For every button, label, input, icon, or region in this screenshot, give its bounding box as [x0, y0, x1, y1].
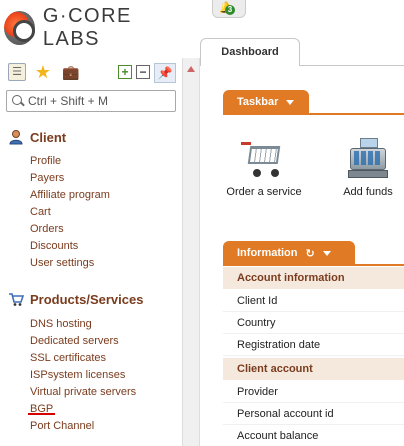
taskbar-title: Taskbar — [237, 96, 279, 108]
taskbar-item-order-service[interactable]: Order a service — [224, 138, 304, 198]
tab-bar: Dashboard — [200, 38, 404, 67]
sidebar-item-discounts[interactable]: Discounts — [30, 238, 110, 255]
order-service-label: Order a service — [226, 186, 302, 198]
group-client-account: Client account — [223, 358, 404, 380]
sidebar-item-virtual-private-servers[interactable]: Virtual private servers — [30, 384, 136, 401]
cart-icon — [8, 291, 24, 307]
information-divider — [223, 264, 404, 266]
menu-search-input[interactable] — [28, 94, 168, 108]
collapse-sidebar-arrow-icon[interactable] — [187, 66, 195, 72]
user-icon — [8, 129, 24, 145]
sidebar: G·CORE LABS ☰ ★ 💼 + − 📌 Client Profile P… — [0, 0, 182, 446]
tree-view-icon[interactable]: ☰ — [8, 63, 26, 81]
brand-name: G·CORE LABS — [42, 5, 132, 50]
shopping-cart-icon — [241, 138, 287, 178]
sidebar-item-payers[interactable]: Payers — [30, 170, 110, 187]
sidebar-item-bgp[interactable]: BGP — [30, 401, 136, 418]
information-header[interactable]: Information ↻ — [223, 241, 355, 265]
expand-all-icon[interactable]: + — [118, 65, 132, 79]
sidebar-item-orders[interactable]: Orders — [30, 221, 110, 238]
info-row-country: Country — [223, 312, 404, 334]
tab-dashboard[interactable]: Dashboard — [200, 38, 300, 67]
menu-search-field[interactable] — [6, 90, 176, 112]
info-row-account-balance: Account balance — [223, 425, 404, 446]
taskbar-item-add-funds[interactable]: Add funds — [334, 138, 402, 198]
section-products-services[interactable]: Products/Services — [8, 291, 143, 307]
sidebar-item-ssl-certificates[interactable]: SSL certificates — [30, 350, 136, 367]
dashboard-content: Taskbar Order a service Add funds Inform… — [200, 66, 404, 446]
sidebar-item-cart[interactable]: Cart — [30, 204, 110, 221]
brand-logo[interactable]: G·CORE LABS — [4, 5, 182, 50]
products-menu: DNS hosting Dedicated servers SSL certif… — [30, 316, 136, 435]
sidebar-item-user-settings[interactable]: User settings — [30, 255, 110, 272]
section-client[interactable]: Client — [8, 129, 66, 145]
sidebar-item-affiliate-program[interactable]: Affiliate program — [30, 187, 110, 204]
chevron-down-icon[interactable] — [286, 99, 295, 105]
sidebar-item-dedicated-servers[interactable]: Dedicated servers — [30, 333, 136, 350]
bgp-highlight-underline — [28, 413, 55, 415]
client-menu: Profile Payers Affiliate program Cart Or… — [30, 153, 110, 272]
sidebar-splitter[interactable] — [182, 58, 200, 446]
info-row-provider: Provider — [223, 381, 404, 403]
info-row-client-id: Client Id — [223, 290, 404, 312]
notification-count-badge: 3 — [225, 5, 235, 15]
taskbar-divider — [223, 113, 404, 115]
information-title: Information — [237, 247, 298, 259]
add-funds-label: Add funds — [343, 186, 393, 198]
info-row-registration-date: Registration date — [223, 334, 404, 356]
sidebar-item-dns-hosting[interactable]: DNS hosting — [30, 316, 136, 333]
search-icon — [11, 94, 25, 108]
info-row-personal-account-id: Personal account id — [223, 403, 404, 425]
taskbar-header[interactable]: Taskbar — [223, 90, 309, 114]
group-account-information: Account information — [223, 267, 404, 289]
gcore-logo-icon — [4, 11, 35, 45]
briefcase-icon[interactable]: 💼 — [62, 63, 80, 81]
cash-register-icon — [346, 138, 390, 178]
collapse-all-icon[interactable]: − — [136, 65, 150, 79]
sidebar-item-port-channel[interactable]: Port Channel — [30, 418, 136, 435]
favorites-star-icon[interactable]: ★ — [34, 63, 52, 81]
section-client-title: Client — [30, 129, 67, 145]
pin-icon[interactable]: 📌 — [154, 63, 176, 83]
notifications-button[interactable]: 🔔 3 — [212, 0, 246, 18]
section-products-title: Products/Services — [30, 291, 144, 307]
sidebar-toolbar: ☰ ★ 💼 + − 📌 — [8, 63, 176, 83]
sidebar-item-ispsystem-licenses[interactable]: ISPsystem licenses — [30, 367, 136, 384]
sidebar-item-profile[interactable]: Profile — [30, 153, 110, 170]
chevron-down-icon[interactable] — [322, 250, 331, 256]
refresh-icon[interactable]: ↻ — [306, 247, 315, 260]
